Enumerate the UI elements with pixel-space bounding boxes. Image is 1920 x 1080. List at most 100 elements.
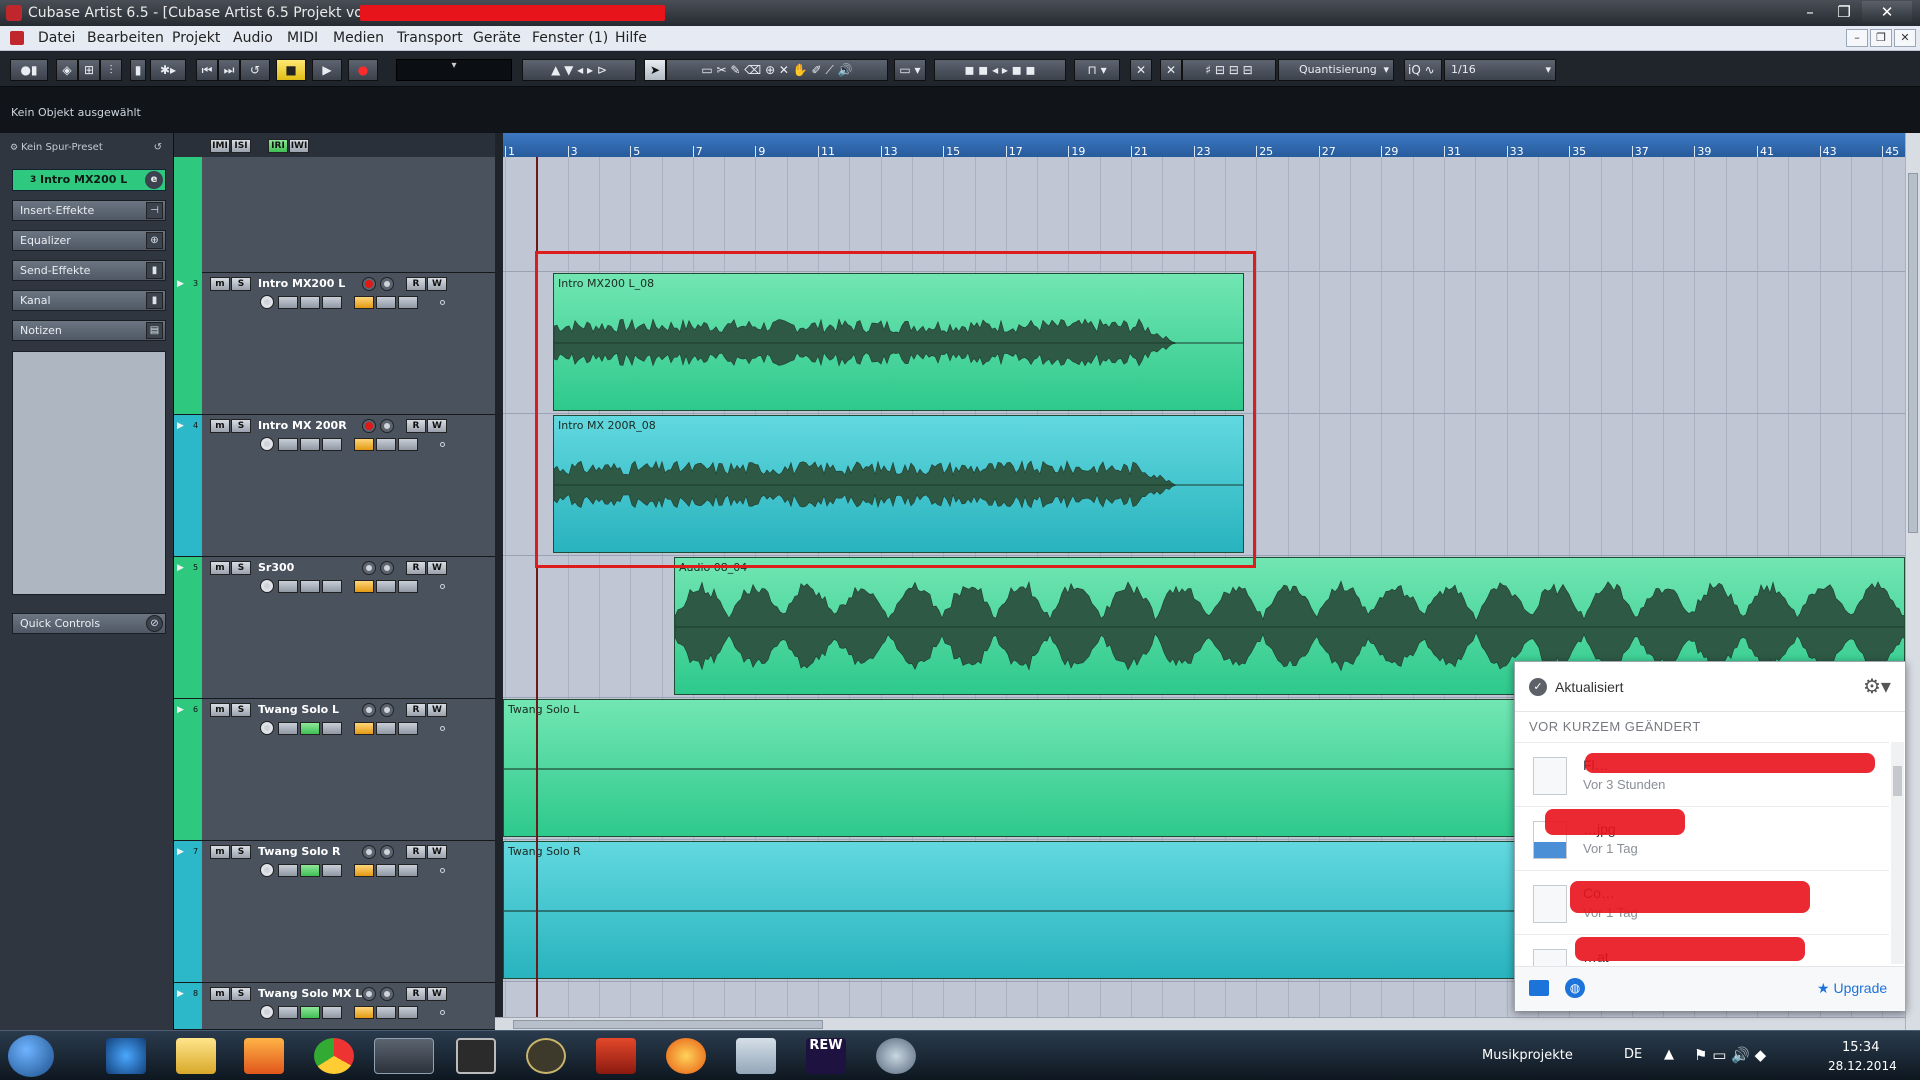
app-menu-icon[interactable] xyxy=(10,31,24,45)
inspector-track-name[interactable]: 3 Intro MX200 L e xyxy=(12,169,166,191)
mute-button[interactable]: m xyxy=(210,987,230,1001)
write-automation-button[interactable]: W xyxy=(427,561,447,575)
global-write-button[interactable]: IWI xyxy=(289,139,309,153)
inspector-quick-controls[interactable]: Quick Controls ⊘ xyxy=(12,613,166,634)
folder-button[interactable] xyxy=(376,1006,396,1019)
timebase-button[interactable] xyxy=(354,864,374,877)
menu-transport[interactable]: Transport xyxy=(397,30,463,46)
mute-button[interactable]: m xyxy=(210,703,230,717)
timebase-button[interactable] xyxy=(354,1006,374,1019)
read-automation-button[interactable]: R xyxy=(406,419,426,433)
eq-bypass-button[interactable] xyxy=(300,1006,320,1019)
lanes-button[interactable] xyxy=(398,438,418,451)
send-bypass-button[interactable] xyxy=(322,296,342,309)
go-to-end-button[interactable]: ⏭ xyxy=(218,59,240,81)
record-button[interactable]: ● xyxy=(348,59,378,81)
lanes-button[interactable] xyxy=(398,722,418,735)
write-automation-button[interactable]: W xyxy=(427,703,447,717)
edit-channel-button[interactable] xyxy=(260,721,274,735)
tray-icons[interactable]: ⚑ ▭ 🔊 ◆ xyxy=(1694,1046,1766,1064)
send-bypass-button[interactable] xyxy=(322,580,342,593)
expand-arrow-icon[interactable]: ▶ xyxy=(177,847,184,857)
lanes-button[interactable] xyxy=(398,1006,418,1019)
folder-button[interactable] xyxy=(376,438,396,451)
scroll-thumb[interactable] xyxy=(1908,173,1918,533)
read-automation-button[interactable]: R xyxy=(406,845,426,859)
notes-area[interactable] xyxy=(12,351,166,595)
insert-bypass-button[interactable] xyxy=(278,864,298,877)
constrain-delay-button[interactable]: ▮ xyxy=(130,59,146,81)
menu-hilfe[interactable]: Hilfe xyxy=(615,30,647,46)
track-name[interactable]: Sr300 xyxy=(258,561,294,574)
marker-transport-buttons[interactable]: ◼ ◼ ◂ ▸ ◼ ◼ xyxy=(934,59,1066,81)
track-name[interactable]: Intro MX200 L xyxy=(258,277,345,290)
recent-file-item[interactable]: Co…Vor 1 Tag xyxy=(1515,870,1889,934)
folder-icon[interactable] xyxy=(1529,980,1549,996)
track-row[interactable]: ▶ 8 m S Twang Solo MX L RW xyxy=(174,983,495,1030)
edit-channel-button[interactable] xyxy=(260,295,274,309)
lanes-button[interactable] xyxy=(398,580,418,593)
window-layout-button[interactable]: ⊞ xyxy=(78,59,100,81)
automation-mode-button[interactable]: ✱▸ xyxy=(150,59,186,81)
inspector-channel[interactable]: Kanal ▮ xyxy=(12,290,166,311)
nudge-buttons[interactable]: ▲ ▼ ◂ ▸ ⊳ xyxy=(522,59,636,81)
mute-button[interactable]: m xyxy=(210,561,230,575)
app-icon-red[interactable] xyxy=(596,1038,636,1074)
eq-bypass-button[interactable] xyxy=(300,296,320,309)
track-row[interactable]: ▶ 5 m S Sr300 R W xyxy=(174,557,495,699)
monitor-button[interactable] xyxy=(380,277,394,291)
global-mute-button[interactable]: IMI xyxy=(210,139,230,153)
record-enable-button[interactable] xyxy=(362,419,376,433)
eq-bypass-button[interactable] xyxy=(300,438,320,451)
record-enable-button[interactable] xyxy=(362,987,376,1001)
read-automation-button[interactable]: R xyxy=(406,561,426,575)
horizontal-scrollbar[interactable] xyxy=(495,1017,1905,1030)
edit-channel-button[interactable] xyxy=(260,1005,274,1019)
folder-button[interactable] xyxy=(376,296,396,309)
read-automation-button[interactable]: R xyxy=(406,277,426,291)
solo-button[interactable]: S xyxy=(231,845,251,859)
menu-bearbeiten[interactable]: Bearbeiten xyxy=(87,30,164,46)
expand-arrow-icon[interactable]: ▶ xyxy=(177,989,184,999)
clock-date[interactable]: 28.12.2014 xyxy=(1828,1059,1897,1073)
eq-bypass-button[interactable] xyxy=(300,580,320,593)
record-enable-button[interactable] xyxy=(362,561,376,575)
insert-bypass-button[interactable] xyxy=(278,580,298,593)
cubase-taskbar-icon[interactable] xyxy=(374,1038,434,1074)
edit-channel-button[interactable] xyxy=(260,437,274,451)
read-automation-button[interactable]: R xyxy=(406,987,426,1001)
close-button[interactable]: ✕ xyxy=(1862,1,1912,23)
media-bay-button[interactable]: ◈ xyxy=(56,59,78,81)
snap-button[interactable]: ✕ xyxy=(1130,59,1152,81)
insert-bypass-button[interactable] xyxy=(278,1006,298,1019)
vertical-scrollbar[interactable] xyxy=(1905,133,1920,1030)
edit-channel-icon[interactable]: e xyxy=(145,171,163,189)
ruler[interactable]: 1 3 5 7 9 11 13 15 17 19 21 23 25 27 29 31 33 35 37 39 41 43 4… xyxy=(503,133,1905,158)
object-selection-tool[interactable]: ➤ xyxy=(644,59,666,81)
record-enable-button[interactable] xyxy=(362,703,376,717)
eq-bypass-button[interactable] xyxy=(300,722,320,735)
track-row[interactable]: ▶ 7 m S Twang Solo R RW xyxy=(174,841,495,983)
track-row[interactable]: ▶ 6 m S Twang Solo L RW xyxy=(174,699,495,841)
insert-bypass-button[interactable] xyxy=(278,438,298,451)
gear-icon[interactable]: ⚙▾ xyxy=(1863,674,1891,699)
lock-indicator[interactable] xyxy=(440,584,445,589)
inspector-send-effects[interactable]: Send-Effekte ▮ xyxy=(12,260,166,281)
track-row[interactable]: ▶ 4 m S Intro MX 200R R W xyxy=(174,415,495,557)
track-name[interactable]: Intro MX 200R xyxy=(258,419,347,432)
write-automation-button[interactable]: W xyxy=(427,277,447,291)
menu-medien[interactable]: Medien xyxy=(333,30,384,46)
hscroll-thumb[interactable] xyxy=(513,1020,823,1029)
rew-icon[interactable]: REW xyxy=(806,1038,846,1074)
app-icon-flame[interactable] xyxy=(666,1038,706,1074)
timebase-button[interactable] xyxy=(354,438,374,451)
lock-indicator[interactable] xyxy=(440,726,445,731)
expand-arrow-icon[interactable]: ▶ xyxy=(177,421,184,431)
snap-type-button[interactable]: ⊓ ▾ xyxy=(1074,59,1120,81)
monitor-button[interactable] xyxy=(380,845,394,859)
mute-button[interactable]: m xyxy=(210,277,230,291)
language-indicator[interactable]: DE xyxy=(1624,1047,1642,1062)
lanes-button[interactable] xyxy=(398,864,418,877)
inspector-equalizer[interactable]: Equalizer ⊕ xyxy=(12,230,166,251)
lock-indicator[interactable] xyxy=(440,868,445,873)
